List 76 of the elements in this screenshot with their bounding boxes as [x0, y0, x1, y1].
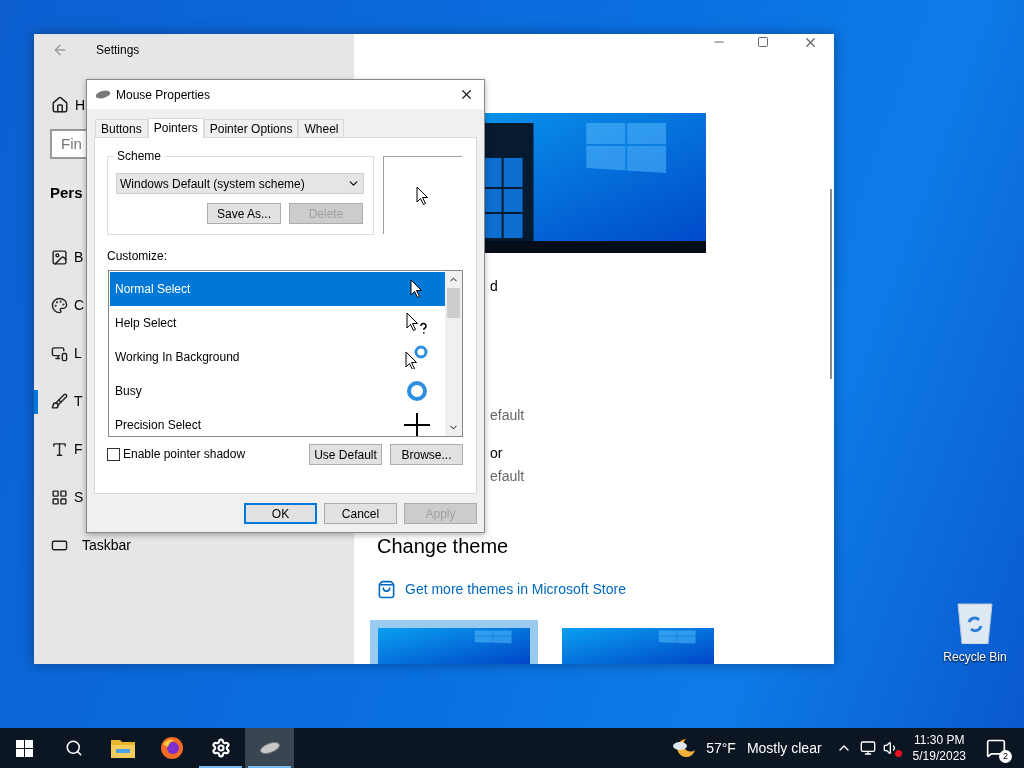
store-bag-icon — [377, 580, 396, 599]
setting-text: efault — [490, 467, 526, 486]
sidebar-item[interactable]: Taskbar — [82, 535, 132, 556]
checkbox-label[interactable]: Enable pointer shadow — [123, 445, 246, 463]
sidebar-item[interactable]: S — [74, 487, 84, 508]
tab[interactable]: Wheel — [298, 119, 345, 137]
sidebar-item[interactable]: F — [74, 439, 83, 460]
cursor-row[interactable]: Working In Background — [110, 340, 445, 374]
store-link[interactable]: Get more themes in Microsoft Store — [405, 579, 626, 600]
scheme-dropdown[interactable]: Windows Default (system scheme) — [116, 173, 364, 194]
arrow-cursor-icon — [416, 185, 430, 206]
windows-logo-icon — [16, 739, 33, 757]
section-heading: Pers — [50, 183, 83, 203]
dialog-button[interactable]: Save As... — [207, 203, 281, 224]
tab[interactable]: Buttons — [95, 119, 148, 137]
group-label: Scheme — [114, 149, 165, 163]
maximize-icon[interactable] — [757, 36, 769, 48]
moon-cloud-icon — [672, 737, 697, 759]
weather-temperature[interactable]: 57°F — [706, 737, 736, 759]
monitor-icon — [51, 345, 68, 362]
tab[interactable]: Pointer Options — [203, 119, 299, 137]
open-indicator — [248, 766, 291, 768]
open-indicator — [199, 766, 242, 768]
recycle-bin-icon[interactable] — [955, 600, 995, 644]
dialog-button[interactable]: Browse... — [390, 444, 463, 465]
setting-text: d — [490, 277, 499, 296]
gear-icon — [210, 738, 231, 758]
busy-cursor-icon — [405, 379, 429, 403]
dialog-button[interactable]: Cancel — [324, 503, 397, 524]
cursor-row[interactable]: Normal Select — [110, 272, 445, 306]
tab[interactable]: Pointers — [147, 118, 204, 138]
sidebar-item[interactable]: H — [75, 94, 86, 116]
cursor-list[interactable]: Normal Select Help Select Working In Background Busy Precision Select — [108, 270, 463, 437]
arrow-cursor-icon — [410, 279, 424, 299]
working-cursor-icon — [405, 345, 429, 369]
notification-icon[interactable] — [986, 738, 1006, 758]
checkbox[interactable] — [107, 447, 120, 461]
folder-icon — [110, 738, 135, 758]
dialog-button[interactable]: Use Default — [309, 444, 382, 465]
close-icon[interactable] — [459, 87, 474, 102]
scroll-thumb[interactable] — [447, 288, 460, 318]
clock-time[interactable]: 11:30 PM — [914, 732, 965, 748]
help-cursor-icon — [406, 312, 428, 334]
notification-count: 2 — [999, 750, 1012, 763]
font-icon — [51, 441, 68, 458]
sidebar-item[interactable]: B — [74, 247, 84, 268]
cursor-row[interactable]: Help Select — [110, 306, 445, 340]
setting-text: or — [490, 444, 504, 463]
taskbar-button[interactable] — [245, 728, 294, 768]
mouse-icon — [258, 742, 281, 754]
window-title: Settings — [96, 42, 140, 59]
globe-fox-icon — [159, 736, 184, 760]
clock-date[interactable]: 5/19/2023 — [912, 748, 966, 764]
weather-condition[interactable]: Mostly clear — [746, 737, 822, 759]
crosshair-cursor-icon — [404, 413, 430, 436]
setting-text: efault — [490, 406, 526, 425]
brush-icon — [51, 393, 68, 410]
desktop-icon-label[interactable]: Recycle Bin — [943, 648, 1007, 666]
palette-icon — [51, 297, 68, 314]
mute-badge — [894, 750, 902, 757]
sidebar-item[interactable]: L — [74, 343, 82, 364]
search-icon — [64, 739, 83, 757]
network-icon[interactable] — [859, 740, 876, 756]
sidebar-item[interactable]: T — [74, 391, 83, 412]
mouse-icon — [95, 90, 111, 99]
sidebar-item[interactable]: C — [74, 295, 85, 316]
customize-label: Customize: — [107, 248, 169, 265]
section-heading: Change theme — [377, 534, 510, 559]
scrollbar[interactable] — [445, 271, 462, 436]
image-icon — [51, 249, 68, 266]
dialog-button[interactable]: OK — [244, 503, 317, 524]
cursor-row[interactable]: Precision Select — [110, 408, 445, 436]
cursor-row[interactable]: Busy — [110, 374, 445, 408]
home-icon[interactable] — [51, 96, 69, 114]
grid-icon — [51, 489, 68, 506]
dialog-title: Mouse Properties — [116, 86, 211, 104]
